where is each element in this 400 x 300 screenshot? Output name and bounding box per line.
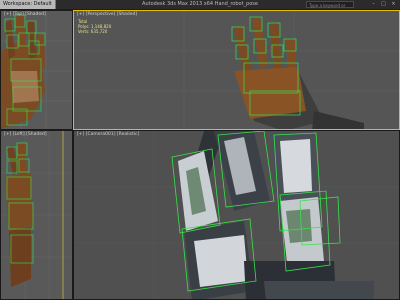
hand-model-top-left (1, 11, 72, 129)
title-bar: Workspace: Default Autodesk 3ds Max 2013… (0, 0, 400, 15)
minimize-icon[interactable]: – (369, 1, 378, 8)
viewport-label[interactable]: [+] [Left] [Shaded] (4, 132, 47, 137)
close-icon[interactable]: × (389, 1, 398, 8)
viewport-top-left[interactable]: [+] [Top] [Shaded] (0, 10, 73, 130)
maximize-icon[interactable]: □ (379, 1, 388, 8)
viewport-perspective[interactable]: [+] [Perspective] [Shaded] Total Polys: … (73, 10, 400, 130)
viewport-camera[interactable]: [+] [Camera001] [Realistic] (73, 130, 400, 300)
viewport-label[interactable]: [+] [Perspective] [Shaded] (77, 12, 137, 17)
hand-model-perspective (74, 11, 399, 129)
hand-model-camera (74, 131, 399, 299)
viewport-bottom-left[interactable]: [+] [Left] [Shaded] (0, 130, 73, 300)
search-input[interactable]: Type a keyword or phrase (306, 1, 354, 15)
hand-model-left (1, 131, 72, 299)
viewport-label[interactable]: [+] [Camera001] [Realistic] (77, 132, 139, 137)
stats-verts: Verts: 635,720 (78, 29, 108, 34)
3dsmax-window: Workspace: Default Autodesk 3ds Max 2013… (0, 0, 400, 300)
statistics-overlay: Total Polys: 1,148,820 Verts: 635,720 (78, 19, 111, 34)
viewport-label[interactable]: [+] [Top] [Shaded] (4, 12, 46, 17)
